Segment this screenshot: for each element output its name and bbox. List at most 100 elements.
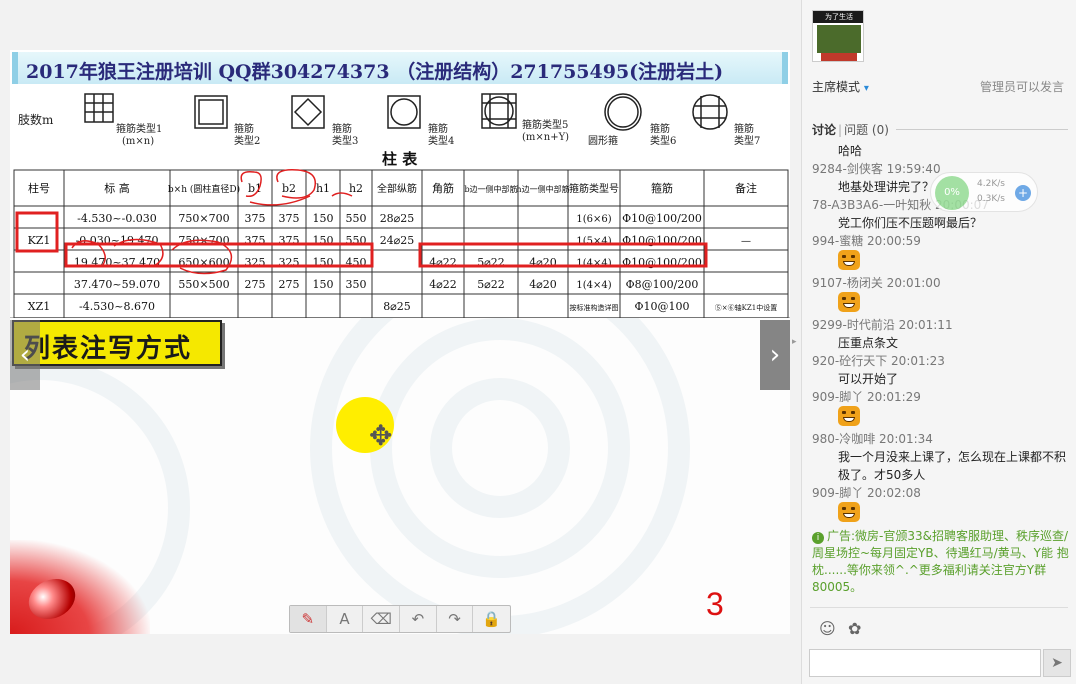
table-cell: -4.530~-0.030 [77, 212, 157, 225]
chat-message-body: 压重点条文 [838, 336, 899, 350]
slide: 2017年狼王注册培训 QQ群304274373 （注册结构）271755495… [10, 50, 790, 634]
table-cell: 4⌀20 [529, 278, 557, 291]
chat-message-body: 哈哈 [838, 144, 863, 158]
next-slide-button[interactable]: › [760, 320, 790, 390]
drawing-toolbar: ✎ A ⌫ ↶ ↷ 🔒 [289, 605, 511, 633]
header-col-7: 全部纵筋 [377, 182, 417, 195]
table-cell: 5⌀22 [477, 278, 505, 291]
column-table-figure: 肢数m 箍筋类型1 (m×n) 箍筋 类型2 箍筋 类型3 箍筋 类型4 箍筋类… [10, 86, 790, 318]
chat-message-meta: 994-蜜糖 20:00:59 [812, 234, 921, 248]
text-tool-button[interactable]: A [327, 606, 364, 632]
header-col-11: 箍筋类型号 [569, 182, 619, 195]
stirrup-type7-label: 箍筋 [734, 122, 754, 135]
grin-emoji-icon [838, 502, 860, 522]
mode-label: 主席模式 [812, 80, 861, 94]
admin-note: 管理员可以发言 [979, 80, 1064, 94]
avatar-caption: 为了生活 [813, 11, 863, 23]
stirrup-type1-diagram [84, 93, 114, 123]
header-col-0: 柱号 [28, 181, 50, 195]
chat-message-meta: 980-冷咖啡 20:01:34 [812, 432, 933, 446]
stirrup-type2-sub: 类型2 [234, 134, 260, 147]
panel-collapse-arrow-icon[interactable]: ▸ [792, 337, 797, 347]
chat-message-body: 可以开始了 [838, 372, 899, 386]
table-cell: 275 [279, 278, 300, 291]
tab-questions[interactable]: 问题 [844, 123, 868, 137]
pen-tool-button[interactable]: ✎ [290, 606, 327, 632]
chevron-down-icon: ▾ [863, 83, 869, 94]
stirrup-type1-sub: (m×n) [122, 136, 154, 147]
upload-speed: 4.2K/s [977, 179, 1005, 189]
chat-emoji-message [812, 406, 1070, 430]
flower-gift-icon[interactable]: ✿ [848, 619, 861, 638]
download-speed: 0.3K/s [977, 194, 1005, 204]
header-col-5: h1 [316, 182, 330, 195]
question-count: (0) [871, 123, 889, 137]
slide-title-bar: 2017年狼王注册培训 QQ群304274373 （注册结构）271755495… [10, 50, 790, 86]
stirrup-type7-sub: 类型7 [734, 134, 760, 147]
header-col-2: b×h (圆柱直径D) [168, 183, 240, 195]
grin-emoji-icon [838, 406, 860, 426]
table-cell: 28⌀25 [380, 212, 415, 225]
chat-message-meta: 9299-时代前沿 20:01:11 [812, 318, 953, 332]
table-cell: — [741, 236, 751, 247]
table-cell: Φ10@100 [634, 300, 689, 313]
stirrup-type5-diagram [481, 93, 517, 129]
tab-discussion[interactable]: 讨论 [812, 123, 836, 137]
chat-message-body: 党工你们压不压题啊最后？ [838, 216, 983, 230]
header-col-4: b2 [282, 182, 296, 195]
chat-emoji-message [812, 292, 1070, 316]
header-col-10: h边一侧中部筋 [516, 184, 569, 194]
table-cell: 350 [346, 278, 367, 291]
chat-emoji-message [812, 502, 1070, 526]
table-cell: 1(4×4) [576, 280, 611, 291]
redo-button[interactable]: ↷ [437, 606, 474, 632]
stirrup-type5-label: 箍筋类型5 [522, 118, 568, 131]
lock-button[interactable]: 🔒 [473, 606, 510, 632]
stirrup-type6-label: 箍筋 [650, 122, 670, 135]
table-cell: 150 [313, 212, 334, 225]
chat-ad-notice: i 广告:微房-官颁33&招聘客服助理、秩序巡查/周星场控~每月固定YB、待遇红马… [812, 528, 1070, 596]
chat-message-meta: 909-脚丫 20:01:29 [812, 390, 921, 404]
table-cell: ⑤×⑥轴KZ1中设置 [715, 303, 777, 312]
network-speed-widget[interactable]: 0% 4.2K/s 0.3K/s + [930, 172, 1038, 212]
table-cell: XZ1 [28, 300, 50, 313]
chat-input[interactable] [809, 649, 1041, 677]
header-col-13: 备注 [735, 181, 757, 195]
table-cell: 4⌀22 [429, 278, 457, 291]
header-col-12: 箍筋 [651, 181, 673, 195]
table-headers: 柱号 标 高 b×h (圆柱直径D) b1 b2 h1 h2 全部纵筋 角筋 b… [28, 181, 757, 195]
table-cell: Φ8@100/200 [626, 278, 699, 291]
stirrup-type4-sub: 类型4 [428, 134, 454, 147]
avatar-image [817, 25, 861, 53]
stirrup-type2-diagram [194, 95, 228, 129]
input-divider [810, 607, 1068, 608]
table-title: 柱 表 [382, 150, 418, 168]
grin-emoji-icon [838, 292, 860, 312]
slide-label: 列表注写方式 [24, 334, 193, 364]
chat-message-meta: 9107-杨闭关 20:01:00 [812, 276, 941, 290]
table-cell: 按标准构造详图 [570, 303, 619, 312]
prev-slide-button[interactable]: ‹ [10, 320, 40, 390]
chat-ad-text: 广告:微房-官颁33&招聘客服助理、秩序巡查/周星场控~每月固定YB、待遇红马/… [812, 529, 1069, 594]
presentation-stage: 2017年狼王注册培训 QQ群304274373 （注册结构）271755495… [0, 0, 800, 684]
emoji-face-icon[interactable]: ☺ [819, 619, 836, 638]
send-button[interactable]: ➤ [1043, 649, 1071, 677]
chat-panel: 为了生活 主席模式 ▾ 管理员可以发言 讨论 | 问题 (0) 哈哈 9284-剑侠客… [801, 0, 1076, 684]
chat-message-list[interactable]: 哈哈 9284-剑侠客 19:59:40 地基处理讲完了？ 78-A3B3A6-一叶知… [812, 142, 1070, 604]
chat-message-meta: 920-砼行天下 20:01:23 [812, 354, 945, 368]
stirrup-type3-sub: 类型3 [332, 134, 358, 147]
network-percent: 0% [935, 176, 969, 210]
slide-page-number: 3 [706, 586, 724, 622]
app-root: 2017年狼王注册培训 QQ群304274373 （注册结构）271755495… [0, 0, 1076, 684]
mode-selector[interactable]: 主席模式 ▾ [812, 78, 869, 95]
column-table-svg: 肢数m 箍筋类型1 (m×n) 箍筋 类型2 箍筋 类型3 箍筋 类型4 箍筋类… [13, 93, 789, 318]
table-cell: -4.530~8.670 [79, 300, 155, 313]
stirrup-type1-label: 箍筋类型1 [116, 122, 162, 135]
undo-button[interactable]: ↶ [400, 606, 437, 632]
table-cell: 8⌀25 [383, 300, 411, 313]
plus-icon[interactable]: + [1015, 185, 1031, 201]
table-cell: 550×500 [178, 278, 229, 291]
eraser-tool-button[interactable]: ⌫ [363, 606, 401, 632]
header-col-9: b边一侧中部筋 [464, 184, 517, 194]
move-cursor-icon: ✥ [369, 419, 393, 452]
